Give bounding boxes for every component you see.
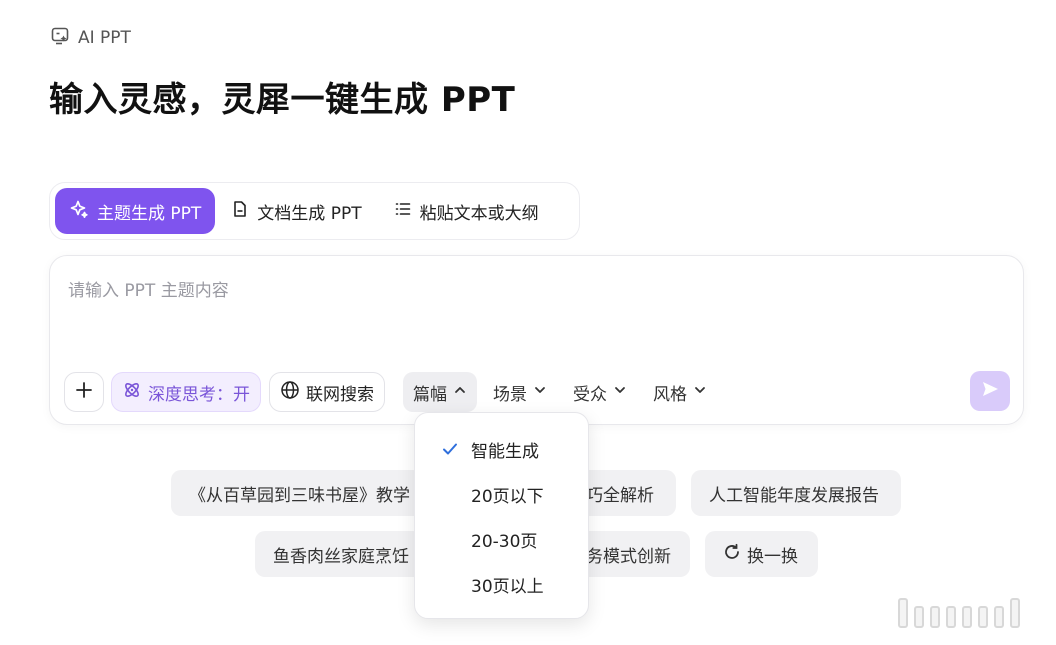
option-label: 30页以上 (471, 577, 544, 597)
ai-ppt-icon (50, 26, 70, 50)
prompt-toolbar: 深度思考：开 联网搜索 篇幅 场景 受众 风格 (64, 372, 717, 412)
suggestion-chip[interactable]: 鱼香肉丝家庭烹饪 (255, 531, 423, 577)
sparkle-icon (69, 199, 89, 224)
tab-label: 主题生成 PPT (97, 203, 202, 224)
refresh-icon (723, 543, 741, 566)
deep-think-label: 深度思考：开 (148, 384, 250, 405)
length-option-over-30[interactable]: 30页以上 (415, 562, 588, 607)
scene-label: 场景 (493, 384, 527, 405)
web-search-label: 联网搜索 (306, 384, 374, 405)
suggestion-label: 巧全解析 (586, 485, 654, 506)
check-icon (441, 440, 459, 463)
suggestion-label: 人工智能年度发展报告 (709, 485, 879, 506)
length-option-under-20[interactable]: 20页以下 (415, 472, 588, 517)
mode-tabs: 主题生成 PPT 文档生成 PPT 粘贴文本或大纲 (49, 182, 580, 240)
chevron-down-icon (613, 382, 627, 402)
refresh-suggestions-button[interactable]: 换一换 (705, 531, 818, 577)
suggestion-chip[interactable]: 《从百草园到三味书屋》教学 (171, 470, 423, 516)
tab-paste-outline[interactable]: 粘贴文本或大纲 (378, 188, 555, 234)
refresh-label: 换一换 (747, 546, 798, 567)
prompt-input[interactable] (68, 276, 998, 336)
scene-dropdown[interactable]: 场景 (483, 372, 557, 412)
length-dropdown[interactable]: 篇幅 (403, 372, 477, 412)
document-icon (231, 200, 249, 223)
tab-document-ppt[interactable]: 文档生成 PPT (215, 188, 377, 234)
audience-dropdown[interactable]: 受众 (563, 372, 637, 412)
audience-label: 受众 (573, 384, 607, 405)
option-label: 20-30页 (471, 532, 538, 552)
suggestion-label: 务模式创新 (586, 546, 671, 567)
list-icon (394, 200, 412, 223)
suggestion-chip[interactable]: 人工智能年度发展报告 (691, 470, 901, 516)
page-title: 输入灵感，灵犀一键生成 PPT (49, 80, 516, 120)
prompt-card: 深度思考：开 联网搜索 篇幅 (49, 255, 1024, 425)
length-label: 篇幅 (413, 384, 447, 405)
plus-icon (75, 381, 93, 403)
deep-think-toggle[interactable]: 深度思考：开 (111, 372, 261, 412)
chevron-up-icon (453, 382, 467, 402)
send-button[interactable] (970, 371, 1010, 411)
brand-label: AI PPT (78, 28, 131, 48)
chevron-down-icon (533, 382, 547, 402)
deep-think-icon (122, 380, 142, 405)
chevron-down-icon (693, 382, 707, 402)
style-dropdown[interactable]: 风格 (643, 372, 717, 412)
style-label: 风格 (653, 384, 687, 405)
option-label: 20页以下 (471, 487, 544, 507)
globe-icon (280, 380, 300, 405)
ai-ppt-page: AI PPT 输入灵感，灵犀一键生成 PPT 主题生成 PPT 文档生成 PPT (0, 0, 1056, 645)
option-label: 智能生成 (471, 442, 539, 462)
tab-label: 文档生成 PPT (257, 203, 362, 224)
tab-topic-ppt[interactable]: 主题生成 PPT (55, 188, 216, 234)
web-search-toggle[interactable]: 联网搜索 (269, 372, 385, 412)
send-icon (980, 379, 1000, 403)
brand: AI PPT (50, 26, 131, 50)
watermark-bars (898, 598, 1020, 628)
tab-label: 粘贴文本或大纲 (419, 203, 539, 224)
add-attachment-button[interactable] (64, 372, 104, 412)
length-option-20-30[interactable]: 20-30页 (415, 517, 588, 562)
length-option-smart[interactable]: 智能生成 (415, 427, 588, 472)
suggestion-label: 鱼香肉丝家庭烹饪 (273, 546, 409, 567)
suggestion-label: 《从百草园到三味书屋》教学 (189, 485, 410, 506)
length-dropdown-menu: 智能生成 20页以下 20-30页 30页以上 (414, 412, 589, 619)
